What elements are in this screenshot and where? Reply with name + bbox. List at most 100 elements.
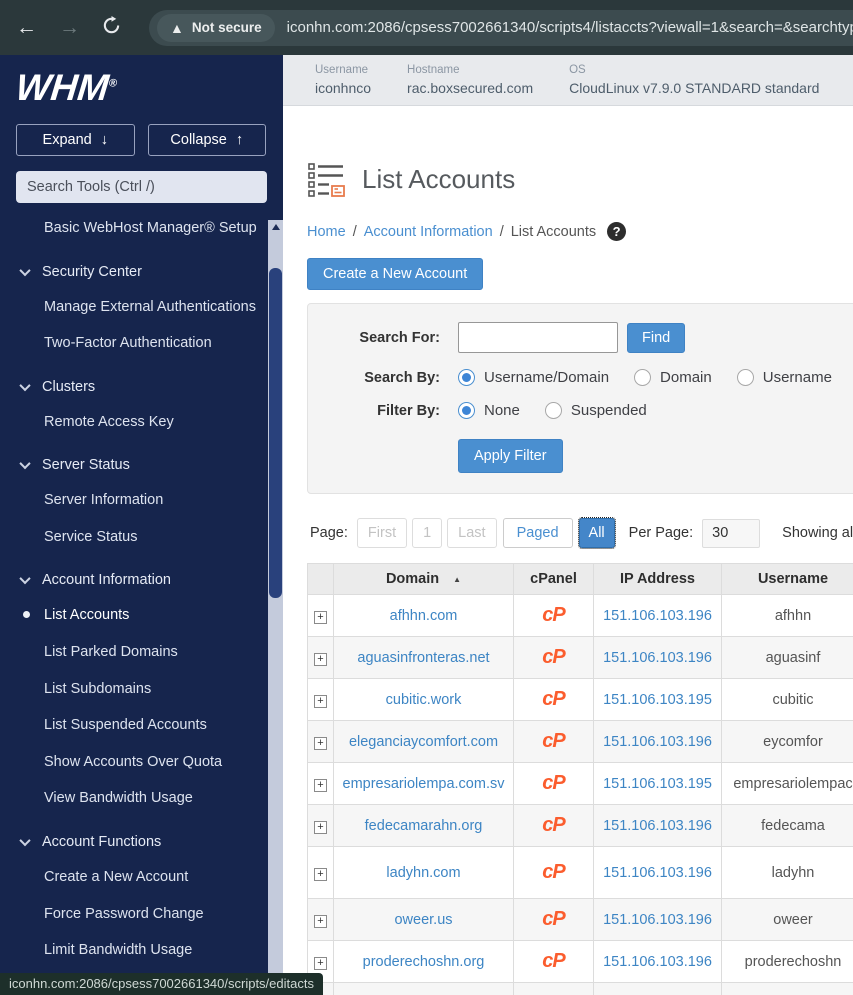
sidebar-item-show-accounts-over-quota[interactable]: Show Accounts Over Quota [0, 744, 267, 781]
expand-row-icon[interactable]: + [314, 867, 327, 881]
radio-selected-icon[interactable] [458, 402, 475, 419]
domain-cell: empresariolempa.com.sv [333, 762, 514, 805]
cpanel-logo-icon[interactable]: cP [542, 908, 565, 930]
domain-link[interactable]: eleganciaycomfort.com [349, 734, 498, 750]
ip-link[interactable]: 151.106.103.195 [603, 692, 712, 708]
ip-link[interactable]: 151.106.103.196 [603, 865, 712, 881]
domain-link[interactable]: cubitic.work [386, 692, 462, 708]
scroll-up-icon[interactable] [268, 220, 283, 234]
cpanel-logo-icon[interactable]: cP [542, 772, 565, 794]
page-button-first[interactable]: First [356, 518, 408, 548]
reload-icon[interactable] [102, 16, 121, 39]
search-tools-input[interactable] [16, 171, 267, 203]
cpanel-logo-icon[interactable]: cP [542, 814, 565, 836]
paged-button[interactable]: Paged [502, 518, 573, 548]
sidebar-item-service-status[interactable]: Service Status [0, 519, 267, 556]
sidebar-item-two-factor-authentication[interactable]: Two-Factor Authentication [0, 325, 267, 362]
sidebar-item-list-accounts[interactable]: List Accounts [0, 597, 267, 634]
url-text[interactable]: iconhn.com:2086/cpsess7002661340/scripts… [287, 19, 853, 36]
create-account-button[interactable]: Create a New Account [307, 258, 484, 290]
page-button-last[interactable]: Last [447, 518, 497, 548]
scrollbar-thumb[interactable] [269, 268, 282, 598]
sidebar-item-remote-access-key[interactable]: Remote Access Key [0, 404, 267, 441]
column-header-ip[interactable]: IP Address [593, 563, 722, 595]
cpanel-logo-icon[interactable]: cP [542, 688, 565, 710]
sidebar-scrollbar[interactable] [268, 220, 283, 995]
column-header-username[interactable]: Username [721, 563, 853, 595]
ip-link[interactable]: 151.106.103.196 [603, 818, 712, 834]
ip-link[interactable]: 151.106.103.196 [603, 912, 712, 928]
ip-link[interactable]: 151.106.103.196 [603, 954, 712, 970]
breadcrumb-link-account-information[interactable]: Account Information [364, 224, 493, 240]
cpanel-logo-icon[interactable]: cP [542, 730, 565, 752]
search-input[interactable] [458, 322, 618, 353]
sidebar-section-security-center[interactable]: Security Center [0, 247, 267, 289]
sidebar-item-list-suspended-accounts[interactable]: List Suspended Accounts [0, 707, 267, 744]
address-bar[interactable]: ▲︎ Not secure iconhn.com:2086/cpsess7002… [149, 9, 853, 46]
expand-row-icon[interactable]: + [314, 820, 327, 834]
ip-link[interactable]: 151.106.103.195 [603, 776, 712, 792]
expand-button[interactable]: Expand ↓ [16, 124, 135, 156]
cpanel-logo-icon[interactable]: cP [542, 861, 565, 883]
forward-icon[interactable]: → [59, 17, 80, 38]
collapse-button[interactable]: Collapse ↑ [147, 124, 266, 156]
cpanel-logo-icon[interactable]: cP [542, 646, 565, 668]
filter-by-option-suspended[interactable]: Suspended [544, 402, 647, 419]
search-by-option-domain[interactable]: Domain [634, 369, 712, 386]
sidebar-item-basic-webhost-manager-setup[interactable]: Basic WebHost Manager® Setup [0, 220, 267, 247]
domain-link[interactable]: oweer.us [394, 912, 452, 928]
domain-link[interactable]: ladyhn.com [386, 865, 460, 881]
domain-link[interactable]: proderechoshn.org [363, 954, 485, 970]
column-header-cpanel[interactable]: cPanel [513, 563, 594, 595]
expand-row-icon[interactable]: + [314, 778, 327, 792]
expand-row-icon[interactable]: + [314, 736, 327, 750]
reload-glyph [103, 16, 120, 34]
sidebar-item-view-bandwidth-usage[interactable]: View Bandwidth Usage [0, 780, 267, 817]
radio-unselected-icon[interactable] [736, 369, 754, 386]
sidebar-item-list-parked-domains[interactable]: List Parked Domains [0, 634, 267, 671]
domain-cell: proderechoshn.org [333, 940, 514, 983]
cpanel-logo-icon[interactable]: cP [542, 950, 565, 972]
whm-logo[interactable]: WHM® [14, 67, 119, 109]
domain-link[interactable]: fedecamarahn.org [365, 818, 483, 834]
sidebar-section-server-status[interactable]: Server Status [0, 440, 267, 482]
sidebar-section-clusters[interactable]: Clusters [0, 362, 267, 404]
sidebar-item-list-subdomains[interactable]: List Subdomains [0, 671, 267, 708]
expand-row-icon[interactable]: + [314, 956, 327, 970]
domain-link[interactable]: afhhn.com [390, 608, 458, 624]
sidebar-item-server-information[interactable]: Server Information [0, 482, 267, 519]
search-by-option-username-domain[interactable]: Username/Domain [458, 369, 609, 386]
sidebar-section-account-functions[interactable]: Account Functions [0, 817, 267, 859]
sidebar-section-account-information[interactable]: Account Information [0, 555, 267, 597]
ip-link[interactable]: 151.106.103.196 [603, 734, 712, 750]
all-button[interactable]: All [577, 517, 616, 549]
breadcrumb-link-home[interactable]: Home [307, 224, 346, 240]
sidebar-item-force-password-change[interactable]: Force Password Change [0, 896, 267, 933]
apply-filter-button[interactable]: Apply Filter [458, 439, 563, 473]
sidebar-item-limit-bandwidth-usage[interactable]: Limit Bandwidth Usage [0, 932, 267, 969]
radio-unselected-icon[interactable] [634, 369, 652, 386]
back-icon[interactable]: ← [16, 17, 37, 38]
find-button[interactable]: Find [627, 322, 686, 353]
sidebar-item-manage-external-authentications[interactable]: Manage External Authentications [0, 289, 267, 326]
cpanel-logo-icon[interactable]: cP [542, 604, 565, 626]
ip-link[interactable]: 151.106.103.196 [603, 650, 712, 666]
radio-unselected-icon[interactable] [544, 402, 562, 419]
sidebar-item-create-a-new-account[interactable]: Create a New Account [0, 859, 267, 896]
filter-by-option-none[interactable]: None [458, 402, 520, 419]
column-header-domain[interactable]: Domain ▲ [333, 563, 514, 595]
expand-row-icon[interactable]: + [314, 652, 327, 666]
help-icon[interactable]: ? [607, 222, 627, 241]
ip-link[interactable]: 151.106.103.196 [603, 608, 712, 624]
domain-link[interactable]: aguasinfronteras.net [357, 650, 489, 666]
expand-row-icon[interactable]: + [314, 694, 327, 708]
per-page-input[interactable] [702, 518, 761, 548]
domain-link[interactable]: empresariolempa.com.sv [343, 776, 505, 792]
page-button-1[interactable]: 1 [412, 518, 443, 548]
expand-row-icon[interactable]: + [314, 914, 327, 928]
username-cell: aguasinf [721, 636, 853, 679]
expand-row-icon[interactable]: + [314, 610, 327, 624]
search-by-option-username[interactable]: Username [736, 369, 832, 386]
radio-selected-icon[interactable] [458, 369, 475, 386]
not-secure-badge[interactable]: ▲︎ Not secure [157, 13, 275, 42]
